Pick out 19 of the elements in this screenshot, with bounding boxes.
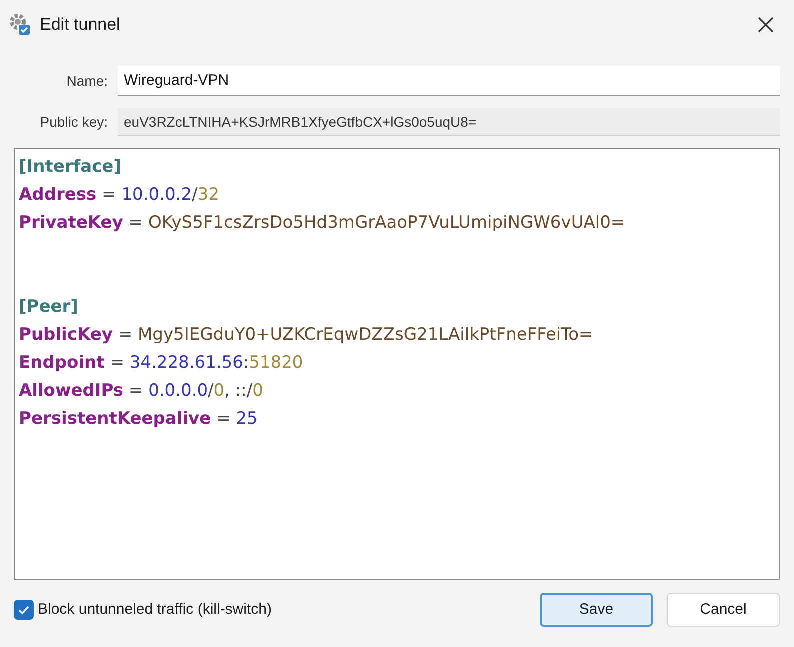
config-line: Address = 10.0.0.2/32: [19, 185, 220, 205]
dialog-button[interactable]: Cancel: [667, 593, 780, 627]
close-icon: [757, 16, 775, 34]
config-line: PrivateKey = OKyS5F1csZrsDo5Hd3mGrAaoP7VuLUmipiNGW6vUAl0=: [19, 213, 626, 233]
config-line: AllowedIPs = 0.0.0.0/0, ::/0: [19, 381, 264, 401]
config-line: PersistentKeepalive = 25: [19, 409, 258, 429]
config-line: [Interface]: [19, 157, 122, 177]
field-label: Public key:: [39, 112, 109, 132]
checkbox[interactable]: [14, 600, 34, 620]
config-editor[interactable]: [14, 148, 780, 580]
checkbox-label: Block untunneled traffic (kill-switch): [38, 600, 272, 620]
config-line: [Peer]: [19, 297, 78, 317]
window-title: Edit tunnel: [40, 14, 120, 36]
config-line: PublicKey = Mgy5IEGduY0+UZKCrEqwDZZsG21LAilkPtFneFFeiTo=: [19, 325, 594, 345]
config-line: Endpoint = 34.228.61.56:51820: [19, 353, 304, 373]
gear-icon: [8, 13, 32, 37]
dialog-button[interactable]: Save: [540, 593, 653, 627]
field-label: Name:: [66, 72, 109, 90]
input-field[interactable]: Wireguard-VPN: [118, 66, 780, 96]
